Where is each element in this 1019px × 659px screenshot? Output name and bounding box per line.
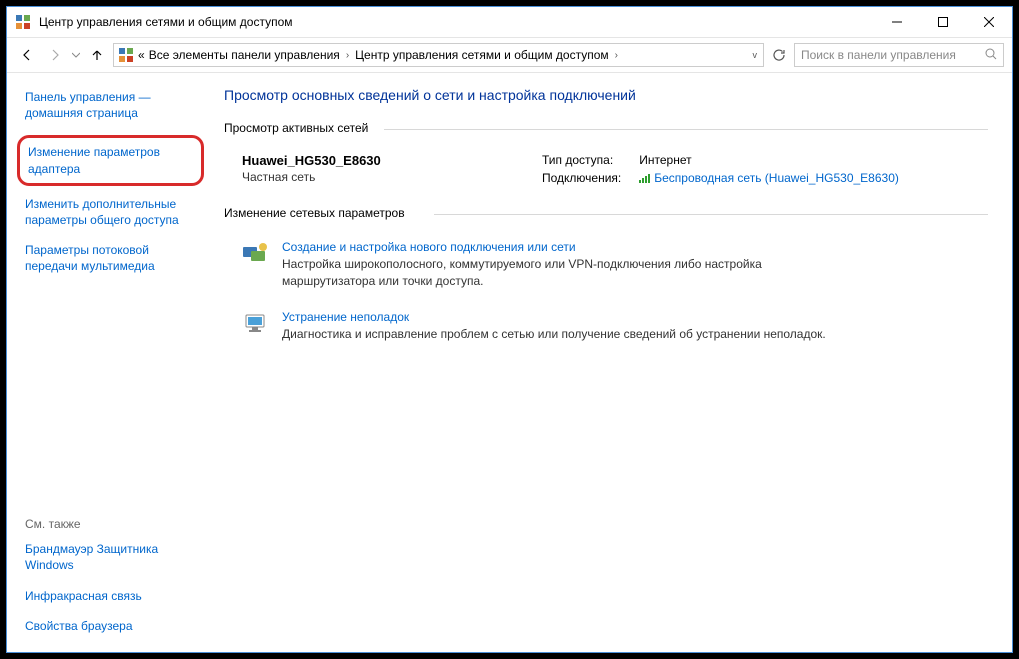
page-heading: Просмотр основных сведений о сети и наст… [224, 87, 988, 103]
access-type-value: Интернет [639, 153, 899, 167]
window-title: Центр управления сетями и общим доступом [39, 15, 874, 29]
sidebar-firewall-link[interactable]: Брандмауэр Защитника Windows [25, 541, 200, 573]
app-icon [15, 14, 31, 30]
sidebar-see-also-heading: См. также [25, 517, 200, 531]
connection-name: Беспроводная сеть (Huawei_HG530_E8630) [654, 171, 899, 185]
back-button[interactable] [15, 43, 39, 67]
breadcrumb[interactable]: « Все элементы панели управления › Центр… [113, 43, 764, 67]
network-name: Huawei_HG530_E8630 [242, 153, 502, 168]
control-panel-icon [118, 47, 134, 63]
forward-button[interactable] [43, 43, 67, 67]
option-troubleshoot-title: Устранение неполадок [282, 310, 826, 324]
section-change-settings: Изменение сетевых параметров [224, 206, 405, 220]
access-type-label: Тип доступа: [542, 153, 621, 167]
option-troubleshoot-desc: Диагностика и исправление проблем с сеть… [282, 326, 826, 343]
breadcrumb-seg-control-panel[interactable]: Все элементы панели управления [149, 48, 340, 62]
breadcrumb-seg-network-center[interactable]: Центр управления сетями и общим доступом [355, 48, 609, 62]
new-connection-icon [242, 240, 270, 268]
sidebar: Панель управления — домашняя страница Из… [7, 73, 212, 652]
sidebar-home-link[interactable]: Панель управления — домашняя страница [25, 89, 200, 121]
search-input[interactable] [801, 48, 979, 62]
sidebar-browser-props-link[interactable]: Свойства браузера [25, 618, 200, 634]
active-network-row: Huawei_HG530_E8630 Частная сеть Тип дост… [224, 149, 988, 206]
option-new-connection[interactable]: Создание и настройка нового подключения … [224, 234, 988, 304]
option-new-connection-title: Создание и настройка нового подключения … [282, 240, 842, 254]
sidebar-media-streaming-link[interactable]: Параметры потоковой передачи мультимедиа [25, 242, 200, 274]
close-button[interactable] [966, 7, 1012, 37]
chevron-right-icon[interactable]: › [613, 50, 620, 61]
section-active-networks: Просмотр активных сетей [224, 121, 368, 135]
breadcrumb-dropdown[interactable]: v [751, 50, 760, 60]
troubleshoot-icon [242, 310, 270, 338]
window-controls [874, 7, 1012, 37]
sidebar-adapter-settings-link[interactable]: Изменение параметров адаптера [17, 135, 204, 185]
sidebar-infrared-link[interactable]: Инфракрасная связь [25, 588, 200, 604]
network-center-window: Центр управления сетями и общим доступом… [6, 6, 1013, 653]
breadcrumb-prefix[interactable]: « [138, 48, 145, 62]
option-troubleshoot[interactable]: Устранение неполадок Диагностика и испра… [224, 304, 988, 357]
refresh-button[interactable] [768, 44, 790, 66]
wifi-signal-icon [639, 173, 650, 183]
titlebar: Центр управления сетями и общим доступом [7, 7, 1012, 37]
chevron-right-icon[interactable]: › [344, 50, 351, 61]
connections-label: Подключения: [542, 171, 621, 186]
network-type: Частная сеть [242, 170, 502, 184]
navbar: « Все элементы панели управления › Центр… [7, 37, 1012, 73]
up-button[interactable] [85, 43, 109, 67]
main-content: Просмотр основных сведений о сети и наст… [212, 73, 1012, 652]
search-icon [985, 48, 997, 63]
minimize-button[interactable] [874, 7, 920, 37]
maximize-button[interactable] [920, 7, 966, 37]
search-box[interactable] [794, 43, 1004, 67]
history-dropdown[interactable] [71, 48, 81, 62]
option-new-connection-desc: Настройка широкополосного, коммутируемог… [282, 256, 842, 290]
connection-link[interactable]: Беспроводная сеть (Huawei_HG530_E8630) [639, 171, 899, 185]
sidebar-advanced-sharing-link[interactable]: Изменить дополнительные параметры общего… [25, 196, 200, 228]
